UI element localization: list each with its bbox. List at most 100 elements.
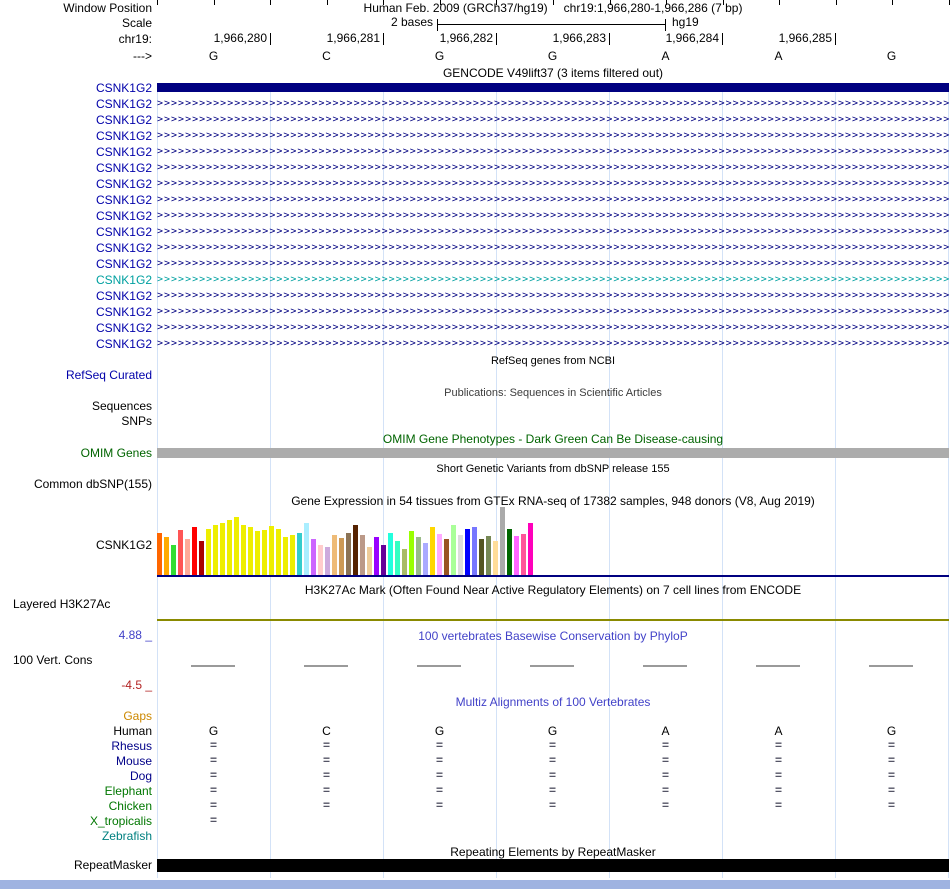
- gene-arrow-row[interactable]: >>>>>>>>>>>>>>>>>>>>>>>>>>>>>>>>>>>>>>>>…: [157, 224, 949, 240]
- omim-gene-bar[interactable]: [157, 448, 949, 458]
- gene-label-csnk1g2[interactable]: CSNK1G2: [0, 272, 152, 288]
- alignment-identity-mark: =: [435, 798, 443, 812]
- ruler-base: G: [886, 49, 897, 63]
- gene-label-csnk1g2[interactable]: CSNK1G2: [0, 240, 152, 256]
- gtex-tissue-bar: [367, 547, 372, 575]
- multiz-human-base: G: [434, 724, 445, 738]
- track-label-repeatmasker[interactable]: RepeatMasker: [0, 859, 152, 872]
- gene-arrow-row[interactable]: >>>>>>>>>>>>>>>>>>>>>>>>>>>>>>>>>>>>>>>>…: [157, 128, 949, 144]
- gene-label-csnk1g2[interactable]: CSNK1G2: [0, 112, 152, 128]
- alignment-identity-mark: =: [209, 798, 217, 812]
- gene-arrow-row[interactable]: >>>>>>>>>>>>>>>>>>>>>>>>>>>>>>>>>>>>>>>>…: [157, 272, 949, 288]
- alignment-identity-mark: =: [548, 783, 556, 797]
- track-label-100-vert-cons[interactable]: 100 Vert. Cons: [13, 653, 92, 667]
- gtex-tissue-bar: [290, 535, 295, 575]
- gene-label-csnk1g2[interactable]: CSNK1G2: [0, 176, 152, 192]
- alignment-identity-mark: =: [548, 768, 556, 782]
- gene-arrow-row[interactable]: >>>>>>>>>>>>>>>>>>>>>>>>>>>>>>>>>>>>>>>>…: [157, 240, 949, 256]
- gene-label-csnk1g2[interactable]: CSNK1G2: [0, 80, 152, 96]
- gene-arrow-row[interactable]: >>>>>>>>>>>>>>>>>>>>>>>>>>>>>>>>>>>>>>>>…: [157, 208, 949, 224]
- phylop-min-axis-label: -4.5 _: [121, 678, 152, 692]
- gtex-tissue-bar: [444, 539, 449, 575]
- track-label-rhesus[interactable]: Rhesus: [0, 739, 152, 753]
- track-label-gaps[interactable]: Gaps: [0, 709, 152, 723]
- window-position-label: Window Position: [63, 1, 152, 15]
- gene-label-csnk1g2[interactable]: CSNK1G2: [0, 128, 152, 144]
- gene-label-csnk1g2[interactable]: CSNK1G2: [0, 96, 152, 112]
- track-label-human[interactable]: Human: [0, 724, 152, 738]
- gene-exon-bar[interactable]: [157, 83, 949, 92]
- gtex-tissue-bar: [416, 537, 421, 575]
- track-label-gtex-gene[interactable]: CSNK1G2: [0, 538, 152, 552]
- track-label-layered-h3k27ac[interactable]: Layered H3K27Ac: [13, 597, 110, 611]
- gtex-tissue-bar: [339, 538, 344, 575]
- track-label-dog[interactable]: Dog: [0, 769, 152, 783]
- h3k27ac-signal-line[interactable]: [157, 619, 949, 621]
- phylop-score-dash: [643, 665, 687, 667]
- multiz-track-title: Multiz Alignments of 100 Vertebrates: [455, 695, 651, 709]
- gene-arrow-row[interactable]: >>>>>>>>>>>>>>>>>>>>>>>>>>>>>>>>>>>>>>>>…: [157, 256, 949, 272]
- coordinate-tick: [270, 33, 271, 45]
- assembly-text: Human Feb. 2009 (GRCh37/hg19): [363, 1, 548, 15]
- multiz-human-base: G: [208, 724, 219, 738]
- gene-arrow-row[interactable]: >>>>>>>>>>>>>>>>>>>>>>>>>>>>>>>>>>>>>>>>…: [157, 112, 949, 128]
- gene-arrow-row[interactable]: >>>>>>>>>>>>>>>>>>>>>>>>>>>>>>>>>>>>>>>>…: [157, 320, 949, 336]
- gene-label-csnk1g2[interactable]: CSNK1G2: [0, 304, 152, 320]
- coordinate-label: 1,966,283: [552, 31, 606, 45]
- gene-arrow-row[interactable]: >>>>>>>>>>>>>>>>>>>>>>>>>>>>>>>>>>>>>>>>…: [157, 336, 949, 352]
- gtex-tissue-bar: [157, 533, 162, 575]
- ruler-tick: [553, 0, 554, 5]
- gene-label-csnk1g2[interactable]: CSNK1G2: [0, 256, 152, 272]
- gene-arrow-row[interactable]: >>>>>>>>>>>>>>>>>>>>>>>>>>>>>>>>>>>>>>>>…: [157, 304, 949, 320]
- gene-label-csnk1g2[interactable]: CSNK1G2: [0, 192, 152, 208]
- gtex-tissue-bar: [353, 525, 358, 575]
- gtex-track-title: Gene Expression in 54 tissues from GTEx …: [291, 494, 815, 508]
- track-label-chicken[interactable]: Chicken: [0, 799, 152, 813]
- alignment-identity-mark: =: [774, 783, 782, 797]
- gene-label-csnk1g2[interactable]: CSNK1G2: [0, 336, 152, 352]
- gtex-tissue-bar: [381, 545, 386, 575]
- gtex-tissue-bar: [514, 536, 519, 575]
- track-label-omim-genes[interactable]: OMIM Genes: [0, 446, 152, 460]
- repeatmasker-bar[interactable]: [157, 859, 949, 872]
- ruler-base: G: [547, 49, 558, 63]
- alignment-identity-mark: =: [322, 798, 330, 812]
- gene-arrow-row[interactable]: >>>>>>>>>>>>>>>>>>>>>>>>>>>>>>>>>>>>>>>>…: [157, 160, 949, 176]
- phylop-score-dash: [530, 665, 574, 667]
- gene-arrow-row[interactable]: >>>>>>>>>>>>>>>>>>>>>>>>>>>>>>>>>>>>>>>>…: [157, 144, 949, 160]
- gene-label-csnk1g2[interactable]: CSNK1G2: [0, 144, 152, 160]
- gene-label-csnk1g2[interactable]: CSNK1G2: [0, 208, 152, 224]
- gtex-baseline: [157, 575, 949, 577]
- track-label-zebrafish[interactable]: Zebrafish: [0, 829, 152, 843]
- gtex-tissue-bar: [332, 535, 337, 575]
- ruler-tick: [157, 0, 158, 5]
- gtex-tissue-bar: [185, 539, 190, 575]
- gene-label-csnk1g2[interactable]: CSNK1G2: [0, 160, 152, 176]
- track-label-mouse[interactable]: Mouse: [0, 754, 152, 768]
- track-label-snps[interactable]: SNPs: [0, 414, 152, 428]
- track-label-elephant[interactable]: Elephant: [0, 784, 152, 798]
- gtex-tissue-bar: [402, 549, 407, 575]
- gtex-bar-chart[interactable]: [157, 507, 537, 575]
- alignment-identity-mark: =: [322, 753, 330, 767]
- track-label-common-dbsnp[interactable]: Common dbSNP(155): [0, 477, 152, 491]
- gtex-tissue-bar: [360, 535, 365, 575]
- phylop-score-dash: [304, 665, 348, 667]
- gene-arrow-row[interactable]: >>>>>>>>>>>>>>>>>>>>>>>>>>>>>>>>>>>>>>>>…: [157, 96, 949, 112]
- gene-label-csnk1g2[interactable]: CSNK1G2: [0, 224, 152, 240]
- track-label-refseq-curated[interactable]: RefSeq Curated: [0, 368, 152, 382]
- multiz-human-base: A: [661, 724, 670, 738]
- track-label-sequences[interactable]: Sequences: [0, 399, 152, 413]
- gtex-tissue-bar: [437, 534, 442, 575]
- gtex-tissue-bar: [206, 529, 211, 575]
- gene-label-csnk1g2[interactable]: CSNK1G2: [0, 320, 152, 336]
- gene-label-csnk1g2[interactable]: CSNK1G2: [0, 288, 152, 304]
- gtex-tissue-bar: [479, 539, 484, 575]
- gene-arrow-row[interactable]: >>>>>>>>>>>>>>>>>>>>>>>>>>>>>>>>>>>>>>>>…: [157, 288, 949, 304]
- track-label-x-tropicalis[interactable]: X_tropicalis: [0, 814, 152, 828]
- gene-arrow-row[interactable]: >>>>>>>>>>>>>>>>>>>>>>>>>>>>>>>>>>>>>>>>…: [157, 192, 949, 208]
- gtex-tissue-bar: [164, 537, 169, 575]
- gene-arrow-row[interactable]: >>>>>>>>>>>>>>>>>>>>>>>>>>>>>>>>>>>>>>>>…: [157, 176, 949, 192]
- alignment-identity-mark: =: [548, 798, 556, 812]
- gtex-tissue-bar: [528, 523, 533, 575]
